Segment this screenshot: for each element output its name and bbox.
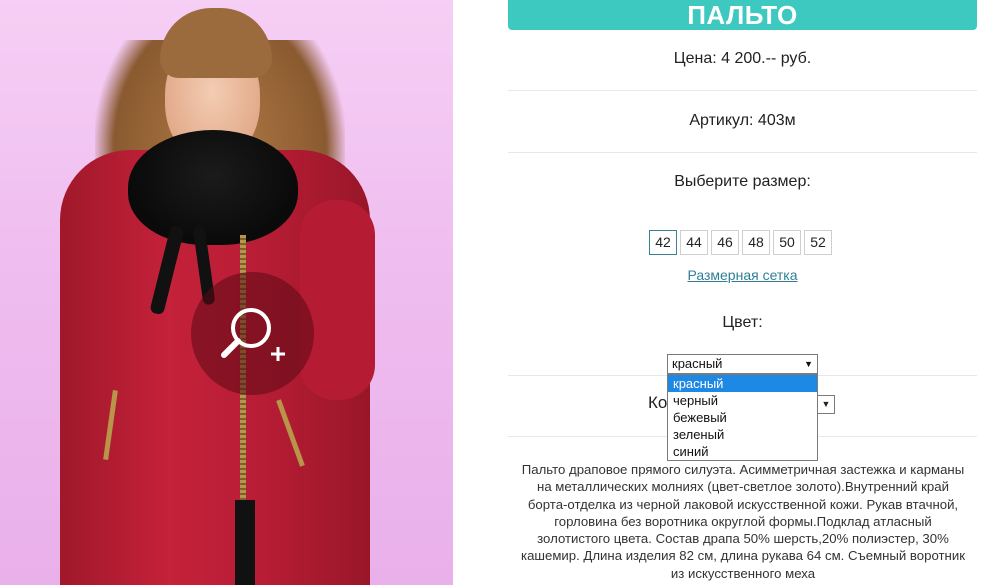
- zoom-button[interactable]: [191, 272, 314, 395]
- fur-collar: [128, 130, 298, 245]
- model-leg: [235, 500, 255, 585]
- size-option-48[interactable]: 48: [742, 230, 770, 255]
- size-option-52[interactable]: 52: [804, 230, 832, 255]
- color-select-value: красный: [672, 356, 723, 371]
- size-option-46[interactable]: 46: [711, 230, 739, 255]
- product-info: ПАЛЬТО Цена: 4 200.-- руб. Артикул: 403м…: [508, 0, 977, 332]
- price: Цена: 4 200.-- руб.: [508, 30, 977, 91]
- quantity-select-arrow[interactable]: ▼: [818, 395, 835, 414]
- color-option-blue[interactable]: синий: [668, 443, 817, 460]
- size-prompt: Выберите размер:: [674, 173, 811, 190]
- size-selector: 42 44 46 48 50 52: [504, 230, 977, 255]
- article-number: Артикул: 403м: [508, 91, 977, 153]
- product-image[interactable]: [0, 0, 453, 585]
- model-hair-top: [160, 8, 272, 78]
- product-title: ПАЛЬТО: [508, 0, 977, 30]
- quantity-label: Ко: [648, 393, 668, 412]
- zoom-in-icon: [221, 308, 285, 361]
- size-option-44[interactable]: 44: [680, 230, 708, 255]
- color-option-green[interactable]: зеленый: [668, 426, 817, 443]
- size-chart-link[interactable]: Размерная сетка: [687, 267, 797, 283]
- color-option-beige[interactable]: бежевый: [668, 409, 817, 426]
- size-option-50[interactable]: 50: [773, 230, 801, 255]
- size-option-42[interactable]: 42: [649, 230, 677, 255]
- color-dropdown: красный черный бежевый зеленый синий: [667, 374, 818, 461]
- product-description: Пальто драповое прямого силуэта. Асиммет…: [521, 462, 965, 581]
- color-option-red[interactable]: красный: [668, 375, 817, 392]
- color-select[interactable]: красный ▼: [667, 354, 818, 374]
- color-option-black[interactable]: черный: [668, 392, 817, 409]
- chevron-down-icon: ▼: [804, 359, 813, 369]
- color-label: Цвет:: [722, 314, 763, 331]
